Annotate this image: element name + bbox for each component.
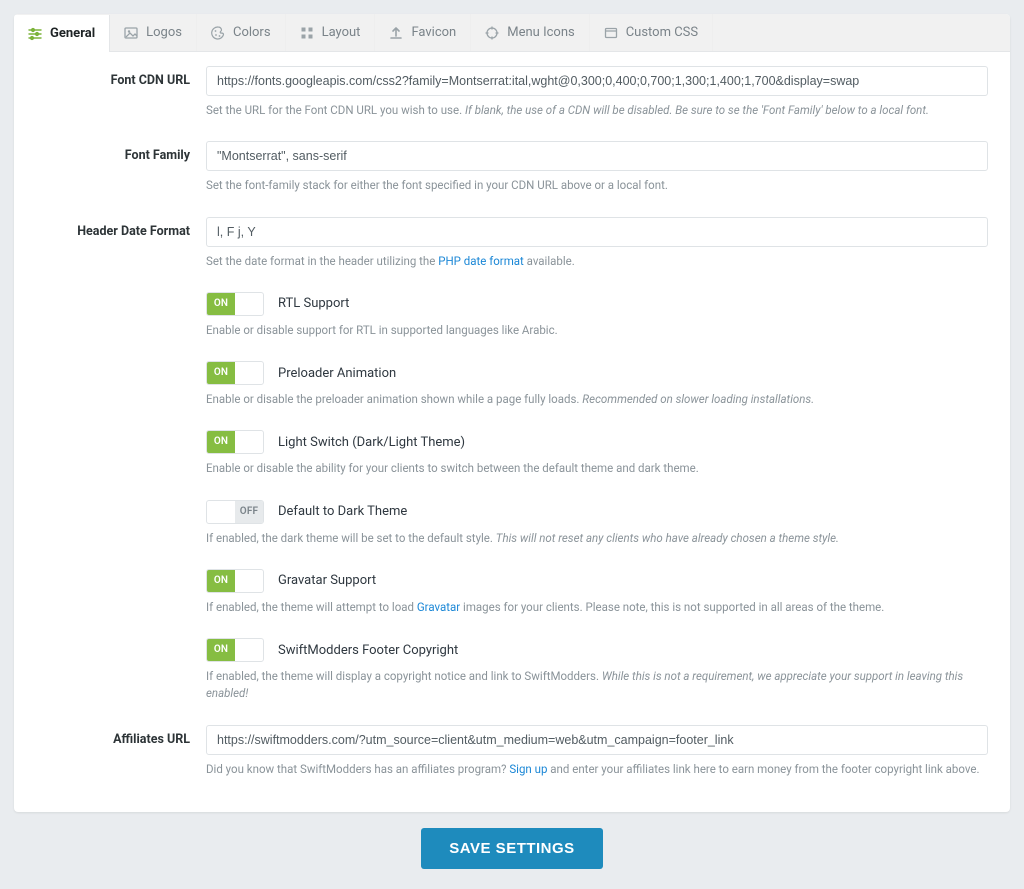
crosshair-icon [485, 26, 499, 40]
rtl-toggle[interactable]: ON [206, 292, 264, 316]
date-format-input[interactable] [206, 217, 988, 247]
preloader-toggle[interactable]: ON [206, 361, 264, 385]
tab-menu-icons[interactable]: Menu Icons [471, 14, 589, 51]
tab-label: Favicon [411, 25, 456, 40]
row-default-dark: OFF Default to Dark Theme If enabled, th… [36, 500, 988, 547]
tab-label: General [50, 26, 95, 41]
palette-icon [211, 26, 225, 40]
row-gravatar: ON Gravatar Support If enabled, the them… [36, 569, 988, 616]
light-switch-label: Light Switch (Dark/Light Theme) [278, 435, 465, 450]
tab-colors[interactable]: Colors [197, 14, 286, 51]
tab-layout[interactable]: Layout [286, 14, 376, 51]
row-light-switch: ON Light Switch (Dark/Light Theme) Enabl… [36, 430, 988, 477]
label-font-family: Font Family [36, 141, 206, 163]
help-date-format: Set the date format in the header utiliz… [206, 253, 988, 270]
tab-general[interactable]: General [14, 15, 110, 52]
row-rtl: ON RTL Support Enable or disable support… [36, 292, 988, 339]
row-font-cdn: Font CDN URL Set the URL for the Font CD… [36, 66, 988, 119]
sliders-icon [28, 27, 42, 41]
gravatar-label: Gravatar Support [278, 573, 376, 588]
light-switch-toggle[interactable]: ON [206, 430, 264, 454]
tab-label: Custom CSS [626, 25, 698, 40]
tab-logos[interactable]: Logos [110, 14, 197, 51]
row-preloader: ON Preloader Animation Enable or disable… [36, 361, 988, 408]
gravatar-toggle[interactable]: ON [206, 569, 264, 593]
php-date-format-link[interactable]: PHP date format [438, 254, 524, 268]
row-date-format: Header Date Format Set the date format i… [36, 217, 988, 270]
help-font-cdn: Set the URL for the Font CDN URL you wis… [206, 102, 988, 119]
default-dark-toggle[interactable]: OFF [206, 500, 264, 524]
help-preloader: Enable or disable the preloader animatio… [206, 391, 988, 408]
label-font-cdn: Font CDN URL [36, 66, 206, 88]
footer-copy-toggle[interactable]: ON [206, 638, 264, 662]
tab-favicon[interactable]: Favicon [375, 14, 471, 51]
save-row: SAVE SETTINGS [14, 812, 1010, 875]
font-family-input[interactable] [206, 141, 988, 171]
tab-label: Logos [146, 25, 182, 40]
label-affiliates: Affiliates URL [36, 725, 206, 747]
help-footer-copy: If enabled, the theme will display a cop… [206, 668, 988, 703]
font-cdn-input[interactable] [206, 66, 988, 96]
row-footer-copy: ON SwiftModders Footer Copyright If enab… [36, 638, 988, 703]
help-font-family: Set the font-family stack for either the… [206, 177, 988, 194]
affiliates-input[interactable] [206, 725, 988, 755]
upload-icon [389, 26, 403, 40]
help-default-dark: If enabled, the dark theme will be set t… [206, 530, 988, 547]
tab-custom-css[interactable]: Custom CSS [590, 14, 713, 51]
image-icon [124, 26, 138, 40]
default-dark-label: Default to Dark Theme [278, 504, 407, 519]
form-body: Font CDN URL Set the URL for the Font CD… [14, 52, 1010, 812]
row-font-family: Font Family Set the font-family stack fo… [36, 141, 988, 194]
rtl-label: RTL Support [278, 296, 349, 311]
tab-label: Menu Icons [507, 25, 574, 40]
footer-copy-label: SwiftModders Footer Copyright [278, 643, 458, 658]
help-gravatar: If enabled, the theme will attempt to lo… [206, 599, 988, 616]
help-rtl: Enable or disable support for RTL in sup… [206, 322, 988, 339]
settings-panel: General Logos Colors Layout Favicon [14, 14, 1010, 812]
save-button[interactable]: SAVE SETTINGS [421, 828, 602, 869]
tab-label: Layout [322, 25, 361, 40]
code-icon [604, 26, 618, 40]
help-affiliates: Did you know that SwiftModders has an af… [206, 761, 988, 778]
gravatar-link[interactable]: Gravatar [417, 600, 460, 614]
tabs: General Logos Colors Layout Favicon [14, 14, 1010, 52]
label-date-format: Header Date Format [36, 217, 206, 239]
grid-icon [300, 26, 314, 40]
preloader-label: Preloader Animation [278, 366, 396, 381]
signup-link[interactable]: Sign up [509, 762, 547, 776]
help-light-switch: Enable or disable the ability for your c… [206, 460, 988, 477]
tab-label: Colors [233, 25, 271, 40]
